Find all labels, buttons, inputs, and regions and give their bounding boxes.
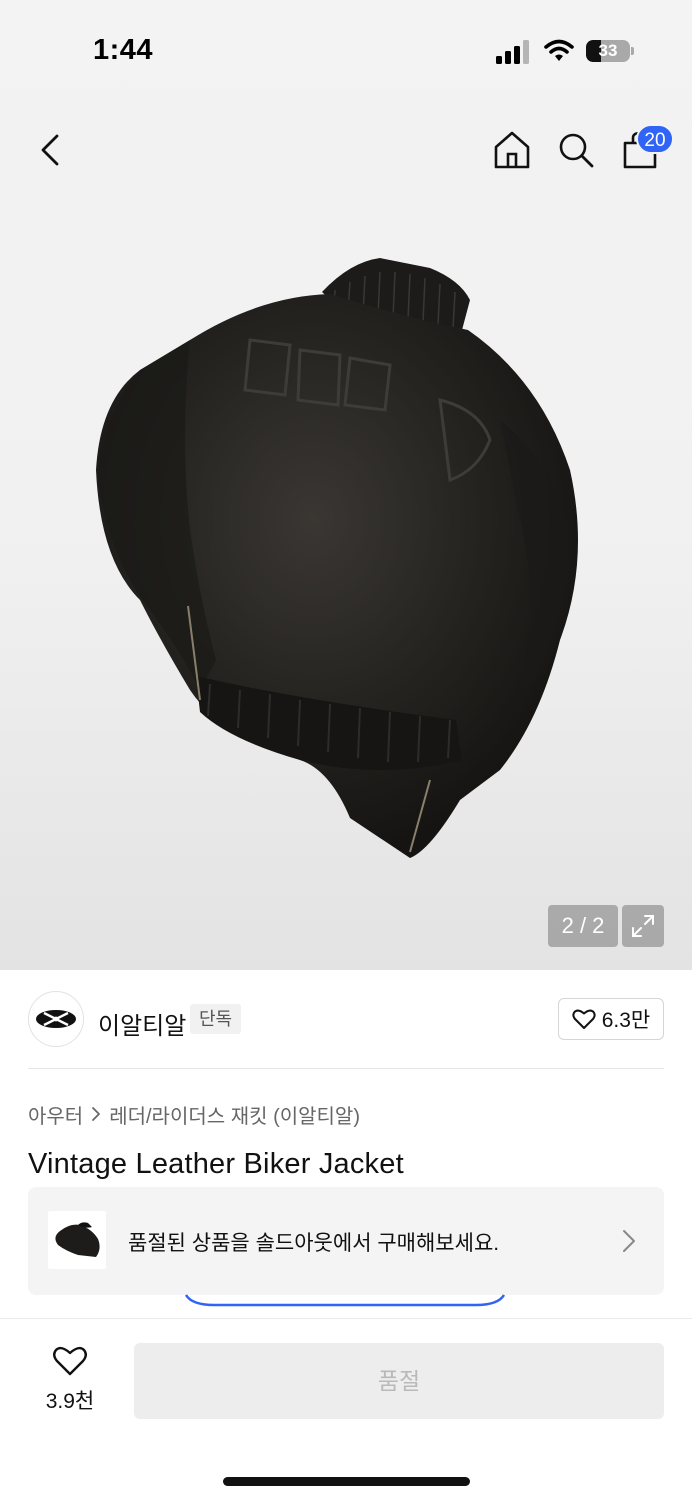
brand-like-button[interactable]: 6.3만 [558,998,664,1040]
wifi-icon [544,39,574,61]
wishlist-button[interactable]: 3.9천 [30,1345,110,1421]
search-button[interactable] [554,128,598,172]
status-time: 1:44 [93,34,154,66]
soldout-banner-text: 품절된 상품을 솔드아웃에서 구매해보세요. [128,1232,500,1255]
product-image-gallery[interactable]: 1:44 33 20 2 / 2 [0,0,692,970]
breadcrumb: 아우터 레더/라이더스 재킷 (이알티알) [28,1100,360,1128]
status-bar: 1:44 33 [0,0,692,100]
search-icon [559,133,594,168]
brand-logo[interactable] [28,991,84,1047]
partial-button-outline [184,1294,506,1307]
brand-name[interactable]: 이알티알 [98,1006,186,1041]
soldout-buy-button[interactable]: 품절 [134,1343,664,1419]
divider [28,1068,664,1069]
product-title: Vintage Leather Biker Jacket [28,1148,404,1180]
cart-count-badge: 20 [636,124,674,154]
home-indicator [223,1477,470,1486]
heart-outline-icon [572,1009,596,1029]
back-button[interactable] [30,128,70,172]
banner-thumbnail [48,1211,106,1269]
expand-image-button[interactable] [622,905,664,947]
chevron-right-icon [623,1230,635,1252]
brand-logo-icon [36,1010,76,1028]
bottom-action-bar: 3.9천 품절 [0,1318,692,1500]
brand-row: 이알티알 단독 6.3만 [28,990,664,1050]
soldout-banner[interactable]: 품절된 상품을 솔드아웃에서 구매해보세요. [28,1187,664,1295]
home-icon [494,131,530,169]
signal-icon [496,40,529,64]
breadcrumb-subcategory[interactable]: 레더/라이더스 재킷 (이알티알) [109,1100,360,1129]
battery-level: 33 [598,41,618,60]
chevron-right-icon [91,1106,101,1122]
image-pager: 2 / 2 [548,905,618,947]
exclusive-tag: 단독 [190,1004,242,1034]
brand-like-count: 6.3만 [601,1009,651,1032]
battery-icon: 33 [586,38,634,64]
breadcrumb-category[interactable]: 아우터 [28,1100,83,1129]
heart-outline-icon [53,1346,87,1376]
expand-arrows-icon [632,915,654,937]
chevron-left-icon [41,134,59,166]
wishlist-count: 3.9천 [45,1390,95,1413]
home-button[interactable] [490,128,534,172]
